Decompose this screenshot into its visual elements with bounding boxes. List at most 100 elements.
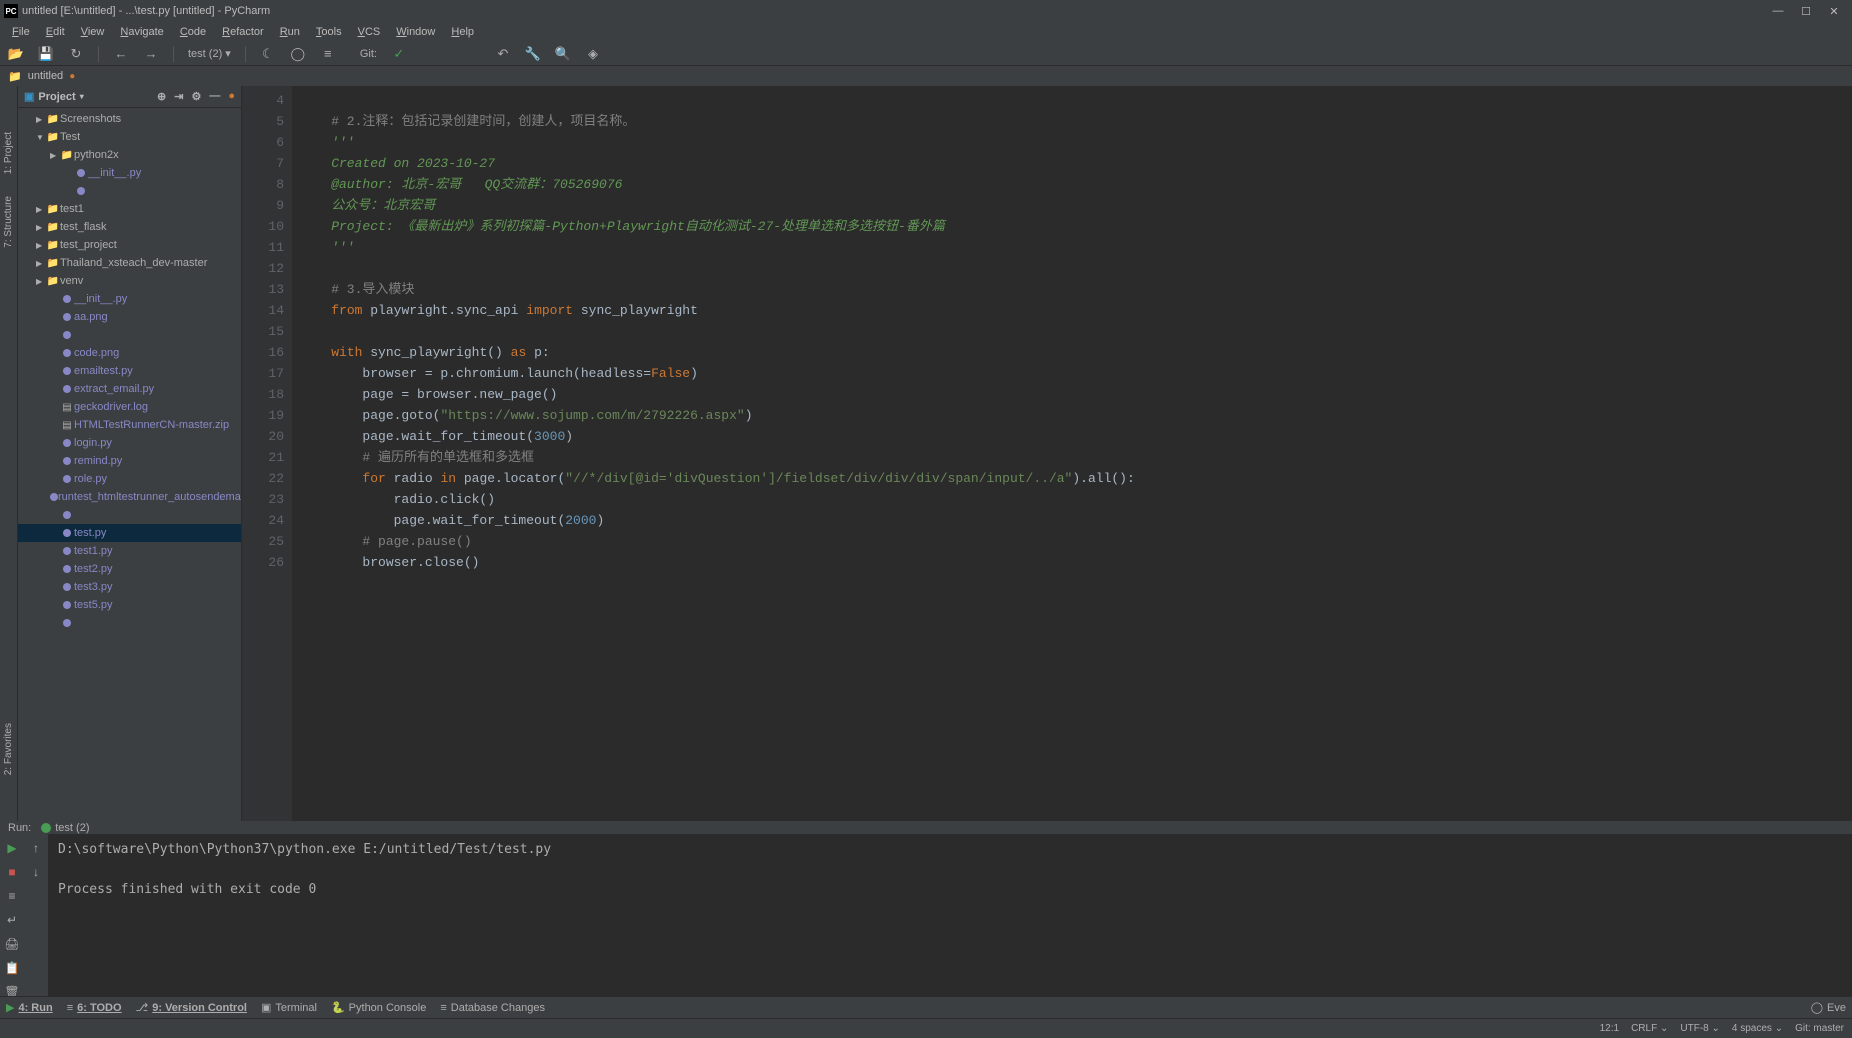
tree-item[interactable]: runtest_htmltestrunner_autosendemail.p (18, 488, 241, 506)
tool-vcs[interactable]: ⎇ 9: Version Control (136, 1001, 247, 1014)
target-icon[interactable]: ⊕ (157, 90, 166, 103)
git-branch[interactable]: Git: master (1795, 1023, 1844, 1034)
hide-icon[interactable]: — (209, 90, 220, 103)
tool-database[interactable]: ≡ Database Changes (440, 1002, 545, 1014)
tree-item[interactable]: test.py (18, 524, 241, 542)
file-encoding[interactable]: UTF-8 ⌄ (1680, 1023, 1720, 1034)
tree-item[interactable]: login.py (18, 434, 241, 452)
tree-arrow-icon[interactable]: ▶ (36, 241, 46, 250)
close-button[interactable]: ✕ (1820, 0, 1848, 22)
tree-item[interactable]: ▤HTMLTestRunnerCN-master.zip (18, 416, 241, 434)
breakpoint-icon[interactable]: ◈ (585, 46, 601, 62)
code-area[interactable]: # 2.注释：包括记录创建时间，创建人，项目名称。 ''' Created on… (292, 86, 1852, 821)
project-title[interactable]: Project (38, 91, 75, 103)
run-output[interactable]: D:\software\Python\Python37\python.exe E… (48, 834, 1852, 1000)
tree-arrow-icon[interactable]: ▶ (36, 277, 46, 286)
tree-item[interactable]: ▶📁python2x (18, 146, 241, 164)
stop-icon[interactable]: ■ (4, 864, 20, 880)
event-log[interactable]: ◯ Eve (1811, 1001, 1846, 1014)
tree-item[interactable]: extract_email.py (18, 380, 241, 398)
stripe-structure[interactable]: 7: Structure (3, 190, 14, 254)
tree-item[interactable]: __init__.py (18, 164, 241, 182)
tree-arrow-icon[interactable]: ▶ (36, 223, 46, 232)
project-tree[interactable]: ▶📁Screenshots▼📁Test▶📁python2x__init__.py… (18, 108, 241, 821)
tree-item[interactable] (18, 614, 241, 632)
menu-refactor[interactable]: Refactor (214, 24, 272, 40)
menu-run[interactable]: Run (272, 24, 308, 40)
tree-item[interactable]: ▶📁Thailand_xsteach_dev-master (18, 254, 241, 272)
menu-vcs[interactable]: VCS (350, 24, 389, 40)
maximize-button[interactable]: ☐ (1792, 0, 1820, 22)
up-icon[interactable]: ↑ (28, 840, 44, 856)
tree-item[interactable] (18, 182, 241, 200)
tool-todo[interactable]: ≡ 6: TODO (67, 1002, 122, 1014)
git-commit-icon[interactable]: ✓ (391, 46, 407, 62)
code-editor[interactable]: 4567891011121314151617181920212223242526… (242, 86, 1852, 821)
menu-file[interactable]: File (4, 24, 38, 40)
tree-item[interactable]: ▶📁test1 (18, 200, 241, 218)
tree-item[interactable]: role.py (18, 470, 241, 488)
list-icon[interactable]: ≡ (320, 46, 336, 62)
soft-wrap-icon[interactable]: ↵ (4, 912, 20, 928)
menu-navigate[interactable]: Navigate (112, 24, 171, 40)
menu-view[interactable]: View (73, 24, 113, 40)
tree-item[interactable]: emailtest.py (18, 362, 241, 380)
forward-icon[interactable]: → (143, 46, 159, 62)
tree-arrow-icon[interactable]: ▶ (36, 259, 46, 268)
sync-icon[interactable]: ↻ (68, 46, 84, 62)
tree-item[interactable]: ▶📁venv (18, 272, 241, 290)
tree-arrow-icon[interactable]: ▶ (36, 115, 46, 124)
tree-item[interactable]: ▶📁Screenshots (18, 110, 241, 128)
tree-arrow-icon[interactable]: ▶ (36, 205, 46, 214)
minimize-button[interactable]: — (1764, 0, 1792, 22)
python-icon[interactable]: ● (228, 90, 235, 103)
print-icon[interactable]: 🖨 (4, 936, 20, 952)
stripe-favorites[interactable]: 2: Favorites (3, 717, 14, 781)
tree-item[interactable]: remind.py (18, 452, 241, 470)
indent[interactable]: 4 spaces ⌄ (1732, 1023, 1783, 1034)
tree-item[interactable]: ▤geckodriver.log (18, 398, 241, 416)
open-icon[interactable]: 📂 (8, 46, 24, 62)
wrench-icon[interactable]: 🔧 (525, 46, 541, 62)
menu-code[interactable]: Code (172, 24, 214, 40)
run-config-selector[interactable]: test (2) ▾ (188, 47, 231, 60)
tree-item[interactable]: test1.py (18, 542, 241, 560)
tree-item[interactable]: ▼📁Test (18, 128, 241, 146)
tool-python-console[interactable]: 🐍 Python Console (331, 1001, 426, 1014)
tool-run[interactable]: ▶4: Run (6, 1001, 53, 1014)
tree-item[interactable]: code.png (18, 344, 241, 362)
tree-arrow-icon[interactable]: ▶ (50, 151, 60, 160)
collapse-icon[interactable]: ⇥ (174, 90, 183, 103)
tree-item[interactable]: __init__.py (18, 290, 241, 308)
rerun-icon[interactable]: ▶ (4, 840, 20, 856)
tree-item[interactable]: aa.png (18, 308, 241, 326)
menu-window[interactable]: Window (388, 24, 443, 40)
chevron-down-icon[interactable]: ▾ (80, 92, 84, 101)
down-icon[interactable]: ↓ (28, 864, 44, 880)
circle-icon[interactable]: ◯ (290, 46, 306, 62)
tree-arrow-icon[interactable]: ▼ (36, 133, 46, 142)
tree-item[interactable]: test3.py (18, 578, 241, 596)
run-tab[interactable]: test (2) (41, 822, 89, 834)
tree-item[interactable] (18, 326, 241, 344)
breadcrumb-folder[interactable]: untitled (28, 70, 63, 82)
tree-item[interactable]: ▶📁test_project (18, 236, 241, 254)
menu-edit[interactable]: Edit (38, 24, 73, 40)
gear-icon[interactable]: ⚙ (191, 90, 201, 103)
undo-icon[interactable]: ↶ (495, 46, 511, 62)
save-icon[interactable]: 💾 (38, 46, 54, 62)
line-separator[interactable]: CRLF ⌄ (1631, 1023, 1668, 1034)
stripe-project[interactable]: 1: Project (3, 126, 14, 180)
tool-terminal[interactable]: ▣ Terminal (261, 1001, 317, 1014)
export-icon[interactable]: 📋 (4, 960, 20, 976)
layout-icon[interactable]: ≡ (4, 888, 20, 904)
menu-tools[interactable]: Tools (308, 24, 350, 40)
moon-icon[interactable]: ☾ (260, 46, 276, 62)
back-icon[interactable]: ← (113, 46, 129, 62)
caret-position[interactable]: 12:1 (1600, 1023, 1619, 1034)
menu-help[interactable]: Help (443, 24, 482, 40)
tree-item[interactable]: ▶📁test_flask (18, 218, 241, 236)
search-icon[interactable]: 🔍 (555, 46, 571, 62)
tree-item[interactable]: test2.py (18, 560, 241, 578)
tree-item[interactable]: test5.py (18, 596, 241, 614)
